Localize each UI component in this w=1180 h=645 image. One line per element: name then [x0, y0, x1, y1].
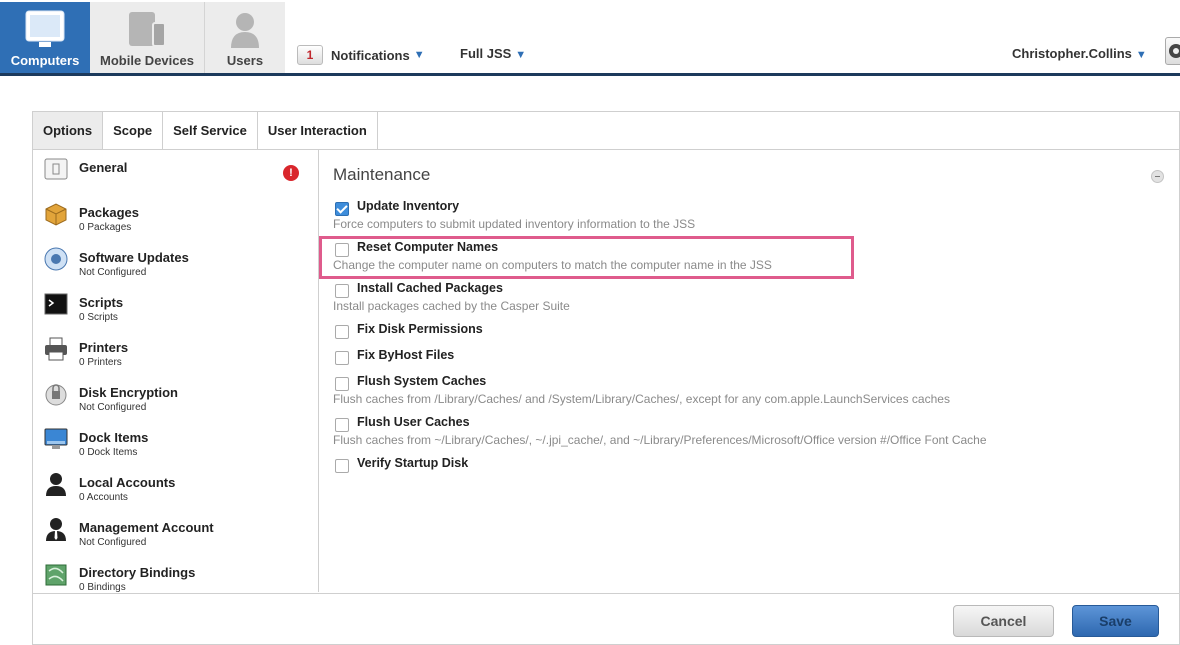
nav-tab-users[interactable]: Users — [205, 2, 285, 73]
option-label: Install Cached Packages — [357, 281, 503, 295]
site-selector[interactable]: Full JSS ▼ — [460, 46, 526, 61]
option-label: Flush User Caches — [357, 415, 470, 429]
policy-panel: Options Scope Self Service User Interact… — [32, 111, 1180, 645]
nav-divider — [0, 73, 1180, 76]
sidebar-item-directory-bindings[interactable]: Directory Bindings 0 Bindings — [33, 559, 318, 592]
notifications-label: Notifications — [331, 47, 410, 63]
management-account-icon — [46, 518, 66, 541]
user-icon — [231, 13, 259, 48]
tab-options[interactable]: Options — [33, 112, 104, 149]
package-icon — [45, 203, 67, 226]
nav-tab-label: Mobile Devices — [100, 53, 194, 68]
sidebar-item-label: Local Accounts — [79, 475, 176, 490]
nav-tab-mobile-devices[interactable]: Mobile Devices — [90, 2, 205, 73]
fix-disk-permissions-checkbox[interactable] — [335, 325, 349, 339]
save-button[interactable]: Save — [1072, 605, 1159, 637]
flush-system-caches-checkbox[interactable] — [335, 377, 349, 391]
sidebar-item-label: General — [79, 160, 128, 175]
tab-scope[interactable]: Scope — [103, 112, 164, 149]
sidebar-item-label: Directory Bindings — [79, 565, 196, 580]
sidebar-item-scripts[interactable]: Scripts 0 Scripts — [33, 289, 318, 333]
sidebar-item-general[interactable]: General ! — [33, 154, 318, 198]
option-label: Flush System Caches — [357, 374, 487, 388]
tab-user-interaction[interactable]: User Interaction — [258, 112, 378, 149]
general-icon — [44, 158, 68, 180]
dock-icon — [44, 428, 68, 449]
chevron-down-icon: ▼ — [515, 49, 527, 61]
software-update-icon — [44, 247, 68, 271]
option-label: Fix Disk Permissions — [357, 322, 483, 336]
sidebar-item-management-account[interactable]: Management Account Not Configured — [33, 514, 318, 558]
nav-tab-label: Users — [226, 53, 264, 68]
settings-button[interactable] — [1165, 37, 1180, 65]
sidebar-item-label: Dock Items — [79, 430, 149, 445]
sidebar-item-label: Disk Encryption — [79, 385, 178, 400]
sidebar-item-count: 0 Dock Items — [79, 447, 138, 458]
flush-user-caches-checkbox[interactable] — [335, 418, 349, 432]
sidebar-item-packages[interactable]: Packages 0 Packages — [33, 199, 318, 243]
options-sidebar: General ! Packages 0 Packages Software U… — [33, 150, 319, 592]
update-inventory-checkbox[interactable] — [335, 202, 349, 216]
install-cached-packages-checkbox[interactable] — [335, 284, 349, 298]
mobile-devices-icon — [129, 12, 166, 47]
option-label: Verify Startup Disk — [357, 456, 469, 470]
sidebar-item-status: Not Configured — [79, 402, 147, 413]
fix-byhost-files-checkbox[interactable] — [335, 351, 349, 365]
sidebar-item-count: 0 Accounts — [79, 492, 128, 503]
policy-tabs: Options Scope Self Service User Interact… — [33, 112, 1179, 150]
gear-icon — [1169, 44, 1180, 58]
verify-startup-disk-checkbox[interactable] — [335, 459, 349, 473]
cancel-button[interactable]: Cancel — [953, 605, 1054, 637]
monitor-icon — [25, 10, 65, 47]
sidebar-item-status: Not Configured — [79, 537, 147, 548]
sidebar-item-label: Packages — [79, 205, 139, 220]
terminal-icon — [44, 293, 68, 315]
sidebar-item-status: Not Configured — [79, 267, 147, 278]
notifications-menu[interactable]: 1 Notifications ▼ — [297, 43, 425, 67]
site-selector-label: Full JSS — [460, 46, 512, 61]
top-navigation: Computers Mobile Devices Users 1 Notific… — [0, 0, 1180, 76]
sidebar-item-dock-items[interactable]: Dock Items 0 Dock Items — [33, 424, 318, 468]
option-description: Flush caches from ~/Library/Caches/, ~/.… — [333, 433, 987, 447]
sidebar-item-count: 0 Bindings — [79, 582, 126, 592]
sidebar-item-label: Scripts — [79, 295, 124, 310]
sidebar-item-count: 0 Printers — [79, 357, 122, 368]
nav-tab-computers[interactable]: Computers — [0, 2, 90, 73]
sidebar-item-label: Software Updates — [79, 250, 189, 265]
sidebar-item-printers[interactable]: Printers 0 Printers — [33, 334, 318, 378]
printer-icon — [45, 337, 67, 361]
section-title: Maintenance — [333, 165, 431, 184]
option-description: Flush caches from /Library/Caches/ and /… — [333, 392, 950, 406]
sidebar-item-software-updates[interactable]: Software Updates Not Configured — [33, 244, 318, 288]
disk-encryption-icon — [45, 384, 67, 406]
tab-self-service[interactable]: Self Service — [163, 112, 258, 149]
account-icon — [46, 473, 66, 496]
sidebar-item-label: Management Account — [79, 520, 214, 535]
directory-icon — [45, 564, 67, 586]
option-description: Install packages cached by the Casper Su… — [333, 299, 570, 313]
sidebar-item-count: 0 Packages — [79, 222, 132, 233]
option-description: Force computers to submit updated invent… — [333, 217, 696, 231]
sidebar-item-disk-encryption[interactable]: Disk Encryption Not Configured — [33, 379, 318, 423]
username-label: Christopher.Collins — [1012, 46, 1132, 61]
notifications-count-badge: 1 — [297, 45, 323, 65]
sidebar-item-label: Printers — [79, 340, 129, 355]
maintenance-section: Maintenance Update Inventory Force compu… — [319, 150, 1179, 592]
error-badge-icon: ! — [283, 165, 299, 181]
option-label: Fix ByHost Files — [357, 348, 455, 362]
collapse-icon[interactable] — [1151, 170, 1164, 183]
sidebar-item-local-accounts[interactable]: Local Accounts 0 Accounts — [33, 469, 318, 513]
highlight-box — [319, 236, 854, 279]
option-label: Update Inventory — [357, 199, 460, 213]
sidebar-item-count: 0 Scripts — [79, 312, 118, 323]
chevron-down-icon: ▼ — [413, 49, 425, 61]
user-menu[interactable]: Christopher.Collins ▼ — [1012, 46, 1147, 61]
form-footer: Cancel Save — [33, 593, 1179, 645]
nav-tab-label: Computers — [10, 53, 80, 68]
chevron-down-icon: ▼ — [1135, 49, 1147, 61]
